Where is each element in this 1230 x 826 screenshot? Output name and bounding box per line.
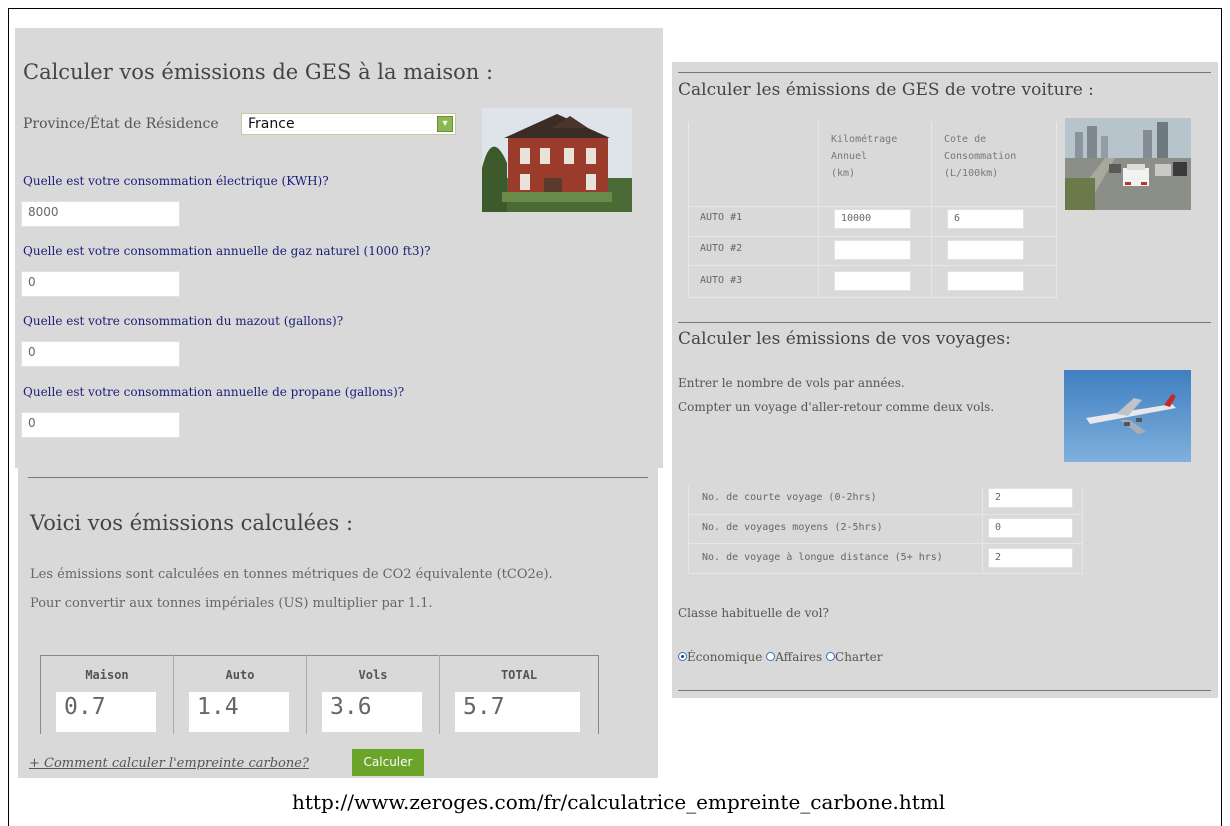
radio-selected-dot: [681, 655, 684, 658]
car-col-km-line2: Annuel: [831, 151, 868, 162]
source-url-caption: http://www.zeroges.com/fr/calculatrice_e…: [292, 790, 946, 814]
car-row-label: AUTO #3: [700, 275, 743, 286]
radio-charter[interactable]: [826, 652, 836, 661]
travel-table-border: [688, 543, 1082, 544]
results-col-divider: [173, 655, 174, 734]
car-col-rating-line2: Consommation: [944, 151, 1017, 162]
travel-divider-top: [678, 322, 1211, 323]
radio-affaires-label: Affaires: [775, 650, 823, 664]
result-auto-value: 1.4: [189, 692, 289, 732]
car-table-border: [688, 236, 1056, 237]
house-photo: [482, 108, 632, 212]
car-col-km-line3: (km): [831, 168, 856, 179]
car2-km-input[interactable]: [834, 240, 911, 260]
results-table-top-border: [40, 655, 599, 656]
radio-economique-label: Économique: [687, 650, 763, 664]
car-col-rating-line3: (L/100km): [944, 168, 999, 179]
long-flights-input[interactable]: 2: [988, 548, 1073, 568]
car-col-km-line1: Kilométrage: [831, 134, 898, 145]
car-title: Calculer les émissions de GES de votre v…: [678, 80, 1094, 100]
results-note-line2: Pour convertir aux tonnes impériales (US…: [30, 596, 433, 611]
short-flights-input[interactable]: 2: [988, 488, 1073, 508]
travel-table-border: [1082, 486, 1083, 574]
car1-km-input[interactable]: 10000: [834, 209, 911, 229]
car-table-border: [688, 297, 1056, 298]
province-label: Province/État de Résidence: [23, 116, 219, 132]
results-col-divider: [439, 655, 440, 734]
medium-flights-label: No. de voyages moyens (2-5hrs): [702, 522, 883, 533]
radio-affaires[interactable]: [766, 652, 776, 661]
flight-class-options: Économique Affaires Charter: [678, 650, 882, 664]
car1-rating-input[interactable]: 6: [947, 209, 1024, 229]
results-title: Voici vos émissions calculées :: [30, 511, 354, 535]
travel-table-border: [688, 514, 1082, 515]
car-col-rating-line1: Cote de: [944, 134, 987, 145]
frame-top: [8, 8, 1222, 9]
electricity-input[interactable]: 8000: [21, 201, 180, 227]
fuel-oil-question: Quelle est votre consommation du mazout …: [23, 314, 344, 328]
car-table-border: [1056, 122, 1057, 298]
propane-input[interactable]: 0: [21, 412, 180, 438]
car-row-label: AUTO #2: [700, 243, 743, 254]
how-to-calculate-link[interactable]: + Comment calculer l'empreinte carbone?: [29, 756, 309, 771]
electricity-question: Quelle est votre consommation électrique…: [23, 174, 329, 188]
result-maison-value: 0.7: [56, 692, 156, 732]
car-table-border: [931, 122, 932, 298]
results-table-right-border: [598, 655, 599, 734]
airplane-photo: [1064, 370, 1191, 462]
province-select-value: France: [248, 116, 295, 132]
province-select[interactable]: France ▾: [241, 113, 456, 135]
car-table-border: [818, 122, 819, 298]
radio-economique[interactable]: [678, 652, 687, 661]
short-flights-label: No. de courte voyage (0-2hrs): [702, 492, 877, 503]
results-table-left-border: [40, 655, 41, 734]
frame-left: [8, 8, 9, 826]
natural-gas-question: Quelle est votre consommation annuelle d…: [23, 244, 431, 258]
results-col-vols: Vols: [358, 668, 388, 682]
frame-right: [1221, 8, 1222, 826]
home-title: Calculer vos émissions de GES à la maiso…: [23, 60, 494, 84]
fuel-oil-input[interactable]: 0: [21, 341, 180, 367]
natural-gas-input[interactable]: 0: [21, 271, 180, 297]
travel-title: Calculer les émissions de vos voyages:: [678, 329, 1011, 349]
results-divider: [28, 477, 648, 478]
results-col-divider: [306, 655, 307, 734]
car3-rating-input[interactable]: [947, 271, 1024, 291]
results-col-maison: Maison: [85, 668, 129, 682]
travel-table-border: [688, 486, 689, 574]
medium-flights-input[interactable]: 0: [988, 518, 1073, 538]
travel-intro-line2: Compter un voyage d'aller-retour comme d…: [678, 400, 995, 414]
propane-question: Quelle est votre consommation annuelle d…: [23, 385, 405, 399]
travel-divider-bottom: [678, 690, 1211, 691]
car-table-border: [688, 206, 1056, 207]
car-col-km: Kilométrage Annuel (km): [831, 131, 897, 182]
car-divider-top: [678, 72, 1211, 73]
radio-charter-label: Charter: [835, 650, 883, 664]
car-table-border: [688, 265, 1056, 266]
chevron-down-icon: ▾: [437, 116, 453, 132]
result-total-value: 5.7: [455, 692, 580, 732]
calculate-button[interactable]: Calculer: [352, 749, 424, 776]
travel-table-border: [688, 573, 1082, 574]
results-note-line1: Les émissions sont calculées en tonnes m…: [30, 567, 553, 582]
flight-class-question: Classe habituelle de vol?: [678, 606, 829, 620]
car-table-border: [688, 122, 689, 298]
traffic-photo: [1065, 118, 1191, 210]
car-row-label: AUTO #1: [700, 212, 743, 223]
results-col-total: TOTAL: [500, 668, 538, 682]
car3-km-input[interactable]: [834, 271, 911, 291]
result-vols-value: 3.6: [322, 692, 422, 732]
car2-rating-input[interactable]: [947, 240, 1024, 260]
car-col-rating: Cote de Consommation (L/100km): [944, 131, 1016, 182]
long-flights-label: No. de voyage à longue distance (5+ hrs): [702, 552, 943, 563]
results-col-auto: Auto: [225, 668, 255, 682]
travel-intro-line1: Entrer le nombre de vols par années.: [678, 376, 905, 390]
travel-table-border: [982, 486, 983, 574]
